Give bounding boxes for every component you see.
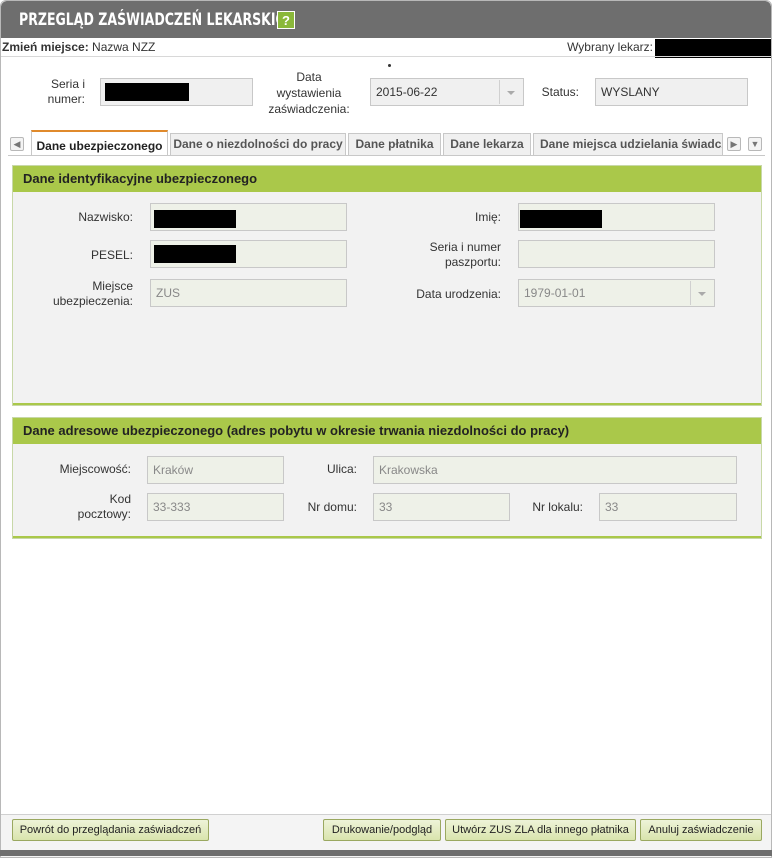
status-label: Status: xyxy=(541,85,579,99)
passport-field xyxy=(518,240,715,268)
title-bar: PRZEGLĄD ZAŚWIADCZEŃ LEKARSKICH ? xyxy=(1,1,771,38)
street-value: Krakowska xyxy=(379,463,438,477)
info-bar: Zmień miejsce: Nazwa NZZ Wybrany lekarz: xyxy=(1,39,771,58)
insurance-place-value: ZUS xyxy=(156,286,180,300)
tab-strip: ◀ Dane ubezpieczonego Dane o niezdolnośc… xyxy=(1,129,771,156)
city-field: Kraków xyxy=(147,456,284,484)
surname-field xyxy=(150,203,347,231)
first-name-field xyxy=(518,203,715,231)
place-value: Nazwa NZZ xyxy=(92,40,156,54)
panel-footer-line xyxy=(13,536,761,538)
bottom-border xyxy=(0,850,772,856)
status-field: WYSLANY xyxy=(595,78,748,106)
house-number-field: 33 xyxy=(373,493,510,521)
passport-label: Seria i numer paszportu: xyxy=(429,240,501,269)
chevron-down-icon xyxy=(690,281,713,305)
panel-footer-line xyxy=(13,403,761,405)
status-value: WYSLANY xyxy=(601,85,660,99)
back-to-list-button[interactable]: Powrót do przeglądania zaświadczeń xyxy=(12,819,209,841)
birth-date-label: Data urodzenia: xyxy=(416,287,501,301)
tab-insured[interactable]: Dane ubezpieczonego xyxy=(31,130,168,156)
tab-payer[interactable]: Dane płatnika xyxy=(348,133,441,155)
chevron-down-icon xyxy=(499,80,522,104)
postal-code-field: 33-333 xyxy=(147,493,284,521)
insurance-place-field: ZUS xyxy=(150,279,347,307)
tab-doctor[interactable]: Dane lekarza xyxy=(443,133,531,155)
issue-date-value: 2015-06-22 xyxy=(376,85,438,99)
street-label: Ulica: xyxy=(326,462,357,476)
help-icon[interactable]: ? xyxy=(277,11,295,29)
flat-number-field: 33 xyxy=(599,493,737,521)
series-label: Seria i numer: xyxy=(47,77,85,106)
city-label: Miejscowość: xyxy=(59,462,131,476)
insured-panel-title: Dane identyfikacyjne ubezpieczonego xyxy=(13,166,761,192)
tab-incapacity[interactable]: Dane o niezdolności do pracy xyxy=(170,133,346,155)
house-number-label: Nr domu: xyxy=(307,500,357,514)
issue-date-label: Data wystawienia zaświadczenia: xyxy=(268,70,350,116)
birth-date-value: 1979-01-01 xyxy=(524,286,586,300)
surname-redacted xyxy=(154,210,236,228)
pesel-label: PESEL: xyxy=(90,248,133,262)
tabs-menu-icon[interactable]: ▼ xyxy=(748,137,762,151)
postal-code-value: 33-333 xyxy=(153,500,191,514)
create-zus-zla-button[interactable]: Utwórz ZUS ZLA dla innego płatnika xyxy=(445,819,636,841)
tabs-scroll-right-icon[interactable]: ▶ xyxy=(727,137,741,151)
city-value: Kraków xyxy=(153,463,194,477)
birth-date-field: 1979-01-01 xyxy=(518,279,715,307)
marker-dot xyxy=(388,64,391,67)
tabs-scroll-left-icon[interactable]: ◀ xyxy=(10,137,24,151)
page-title: PRZEGLĄD ZAŚWIADCZEŃ LEKARSKICH xyxy=(19,10,296,30)
cancel-certificate-button[interactable]: Anuluj zaświadczenie xyxy=(640,819,762,841)
first-name-label: Imię: xyxy=(474,210,501,224)
change-place: Zmień miejsce: Nazwa NZZ xyxy=(2,40,155,54)
change-place-link[interactable]: Zmień miejsce: xyxy=(2,40,89,54)
house-number-value: 33 xyxy=(379,500,393,514)
postal-code-label: Kod pocztowy: xyxy=(77,492,131,521)
flat-number-label: Nr lokalu: xyxy=(532,500,583,514)
street-field: Krakowska xyxy=(373,456,737,484)
insurance-place-label: Miejsce ubezpieczenia: xyxy=(52,279,133,308)
tab-service-place[interactable]: Dane miejsca udzielania świadcz xyxy=(533,133,723,155)
main-window: PRZEGLĄD ZAŚWIADCZEŃ LEKARSKICH ? Zmień … xyxy=(0,0,772,858)
pesel-field xyxy=(150,240,347,268)
address-panel-title: Dane adresowe ubezpieczonego (adres poby… xyxy=(13,418,761,444)
print-preview-button[interactable]: Drukowanie/podgląd xyxy=(323,819,441,841)
tab-underline xyxy=(8,155,765,156)
series-field xyxy=(100,78,253,106)
first-name-redacted xyxy=(520,210,602,228)
flat-number-value: 33 xyxy=(605,500,619,514)
series-value-redacted xyxy=(105,83,189,101)
pesel-redacted xyxy=(154,245,236,263)
surname-label: Nazwisko: xyxy=(78,210,133,224)
doctor-label: Wybrany lekarz: xyxy=(567,40,653,54)
divider xyxy=(1,56,771,57)
issue-date-field: 2015-06-22 xyxy=(370,78,524,106)
